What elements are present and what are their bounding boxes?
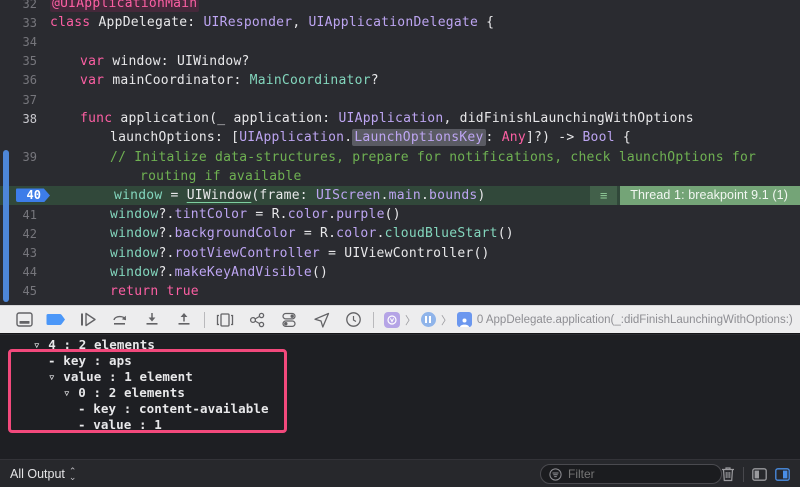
source-editor[interactable]: 32@UIApplicationMain33class AppDelegate:… (0, 0, 800, 305)
code-line[interactable]: 36var mainCoordinator: MainCoordinator? (0, 71, 800, 90)
app-icon[interactable] (384, 312, 400, 328)
console-bottom-bar: All Output ⌃⌄ (0, 459, 800, 487)
code-text: routing if available (50, 169, 302, 184)
step-into-button[interactable] (136, 308, 168, 332)
debug-breadcrumb: 〉 〉 0 AppDelegate.application(_:didFinis… (384, 312, 792, 328)
code-text: window?.tintColor = R.color.purple() (50, 207, 401, 222)
breakpoint-marker[interactable]: 40 (16, 188, 50, 202)
variable-row[interactable]: - key : content-available (0, 401, 800, 417)
code-line[interactable]: 38func application(_ application: UIAppl… (0, 109, 800, 128)
environment-overrides-button[interactable] (273, 308, 305, 332)
code-line[interactable]: 43window?.rootViewController = UIViewCon… (0, 243, 800, 262)
updown-chevrons-icon: ⌃⌄ (69, 468, 77, 480)
variable-row[interactable]: - value : 1 (0, 417, 800, 433)
line-number[interactable]: 36 (0, 73, 50, 87)
code-text: return true (50, 284, 199, 299)
line-number[interactable]: 34 (0, 35, 50, 49)
show-variables-view-button[interactable] (752, 468, 767, 481)
code-line[interactable]: 32@UIApplicationMain (0, 0, 800, 13)
code-text: func application(_ application: UIApplic… (50, 111, 694, 126)
line-number[interactable]: 37 (0, 93, 50, 107)
output-scope-label: All Output (10, 467, 65, 481)
instruments-button[interactable] (337, 308, 369, 332)
breakpoint-thread-label: Thread 1: breakpoint 9.1 (1) (620, 186, 800, 205)
code-text: // Initalize data-structures, prepare fo… (50, 150, 756, 165)
debug-position-bar (3, 150, 9, 302)
code-text: launchOptions: [UIApplication.LaunchOpti… (50, 130, 631, 145)
toolbar-divider (373, 312, 374, 328)
code-line[interactable]: launchOptions: [UIApplication.LaunchOpti… (0, 128, 800, 147)
variable-row[interactable]: ▿ 0 : 2 elements (0, 385, 800, 401)
continue-execution-button[interactable] (72, 308, 104, 332)
code-text: @UIApplicationMain (50, 0, 199, 11)
code-text: window?.backgroundColor = R.color.cloudB… (50, 226, 514, 241)
line-number[interactable]: 33 (0, 16, 50, 30)
step-out-button[interactable] (168, 308, 200, 332)
code-line[interactable]: 40 window = UIWindow(frame: UIScreen.main… (0, 186, 800, 205)
code-line[interactable]: 35var window: UIWindow? (0, 52, 800, 71)
code-rows: 32@UIApplicationMain33class AppDelegate:… (0, 0, 800, 301)
variable-row[interactable]: ▿ 4 : 2 elements (0, 337, 800, 353)
code-line[interactable]: 34 (0, 32, 800, 51)
console-tree: ▿ 4 : 2 elements- key : aps▿ value : 1 e… (0, 337, 800, 433)
line-number[interactable]: 35 (0, 54, 50, 68)
chevron-right-icon: 〉 (405, 312, 416, 328)
line-number[interactable]: 32 (0, 0, 50, 11)
variable-row[interactable]: - key : aps (0, 353, 800, 369)
output-scope-selector[interactable]: All Output ⌃⌄ (10, 467, 76, 481)
console-filter-field[interactable] (540, 464, 722, 484)
hide-debug-area-button[interactable] (8, 308, 40, 332)
code-text: var window: UIWindow? (50, 54, 250, 69)
thread-icon[interactable] (421, 312, 436, 327)
code-line[interactable]: routing if available (0, 167, 800, 186)
code-line[interactable]: 45return true (0, 282, 800, 301)
debug-toolbar: 〉 〉 0 AppDelegate.application(_:didFinis… (0, 305, 800, 334)
code-text: var mainCoordinator: MainCoordinator? (50, 73, 379, 88)
code-line[interactable]: 41window?.tintColor = R.color.purple() (0, 205, 800, 224)
toolbar-divider (204, 312, 205, 328)
code-text: window?.makeKeyAndVisible() (50, 265, 328, 280)
breakpoints-toggle-button[interactable] (40, 308, 72, 332)
code-text: window = UIWindow(frame: UIScreen.main.b… (54, 188, 486, 203)
code-line[interactable]: 37 (0, 90, 800, 109)
bottom-bar-divider (743, 467, 744, 482)
step-over-button[interactable] (104, 308, 136, 332)
filter-input[interactable] (568, 467, 688, 481)
chevron-right-icon: 〉 (441, 312, 452, 328)
code-text: class AppDelegate: UIResponder, UIApplic… (50, 15, 494, 30)
simulate-location-button[interactable] (305, 308, 337, 332)
trash-icon[interactable] (721, 466, 735, 482)
code-line[interactable]: 39// Initalize data-structures, prepare … (0, 148, 800, 167)
breakpoint-annotation[interactable]: ≡Thread 1: breakpoint 9.1 (1) (590, 186, 800, 205)
code-text: window?.rootViewController = UIViewContr… (50, 246, 490, 261)
line-number[interactable]: 38 (0, 112, 50, 126)
debug-memory-graph-button[interactable] (241, 308, 273, 332)
stack-frame-icon[interactable] (457, 312, 472, 327)
code-line[interactable]: 44window?.makeKeyAndVisible() (0, 263, 800, 282)
code-line[interactable]: 42window?.backgroundColor = R.color.clou… (0, 224, 800, 243)
debug-view-hierarchy-button[interactable] (209, 308, 241, 332)
breakpoint-menu-icon[interactable]: ≡ (590, 186, 617, 205)
filter-icon (549, 468, 562, 481)
code-line[interactable]: 33class AppDelegate: UIResponder, UIAppl… (0, 13, 800, 32)
show-console-view-button[interactable] (775, 468, 790, 481)
breadcrumb-frame-label[interactable]: 0 AppDelegate.application(_:didFinishLau… (477, 314, 792, 326)
variable-row[interactable]: ▿ value : 1 element (0, 369, 800, 385)
